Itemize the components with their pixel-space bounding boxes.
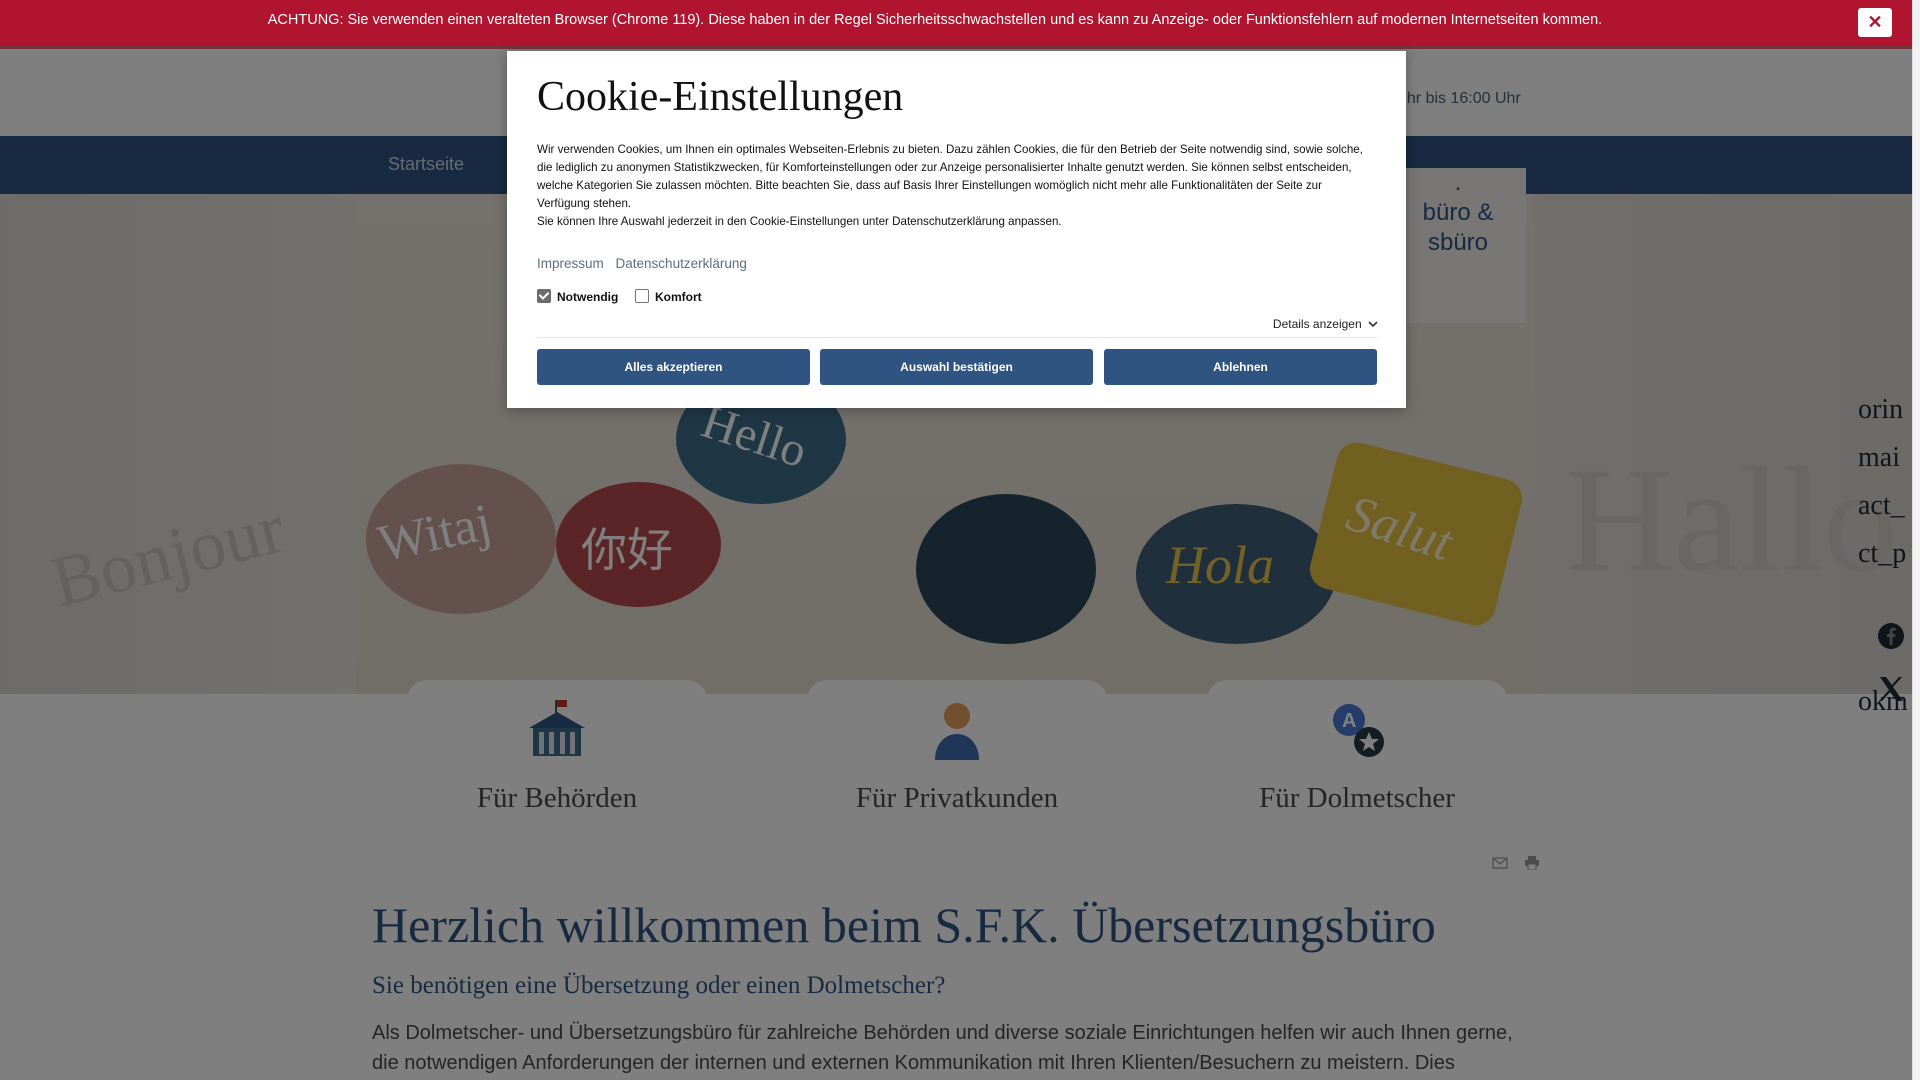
confirm-selection-button[interactable]: Auswahl bestätigen: [820, 349, 1093, 385]
impressum-link[interactable]: Impressum: [537, 256, 604, 271]
decline-button[interactable]: Ablehnen: [1104, 349, 1377, 385]
notwendig-checkbox[interactable]: [537, 289, 551, 303]
browser-warning-message: ACHTUNG: Sie verwenden einen veralteten …: [267, 12, 1603, 28]
cookie-links: Impressum Datenschutzerklärung: [537, 256, 755, 271]
komfort-label: Komfort: [655, 290, 702, 304]
details-toggle[interactable]: Details anzeigen: [1273, 317, 1378, 331]
details-label: Details anzeigen: [1272, 317, 1362, 331]
datenschutz-link[interactable]: Datenschutzerklärung: [616, 256, 747, 271]
warning-close-button[interactable]: ✕: [1858, 8, 1892, 37]
accept-all-button[interactable]: Alles akzeptieren: [537, 349, 810, 385]
komfort-checkbox[interactable]: [635, 289, 650, 303]
cookie-dialog-text: Wir verwenden Cookies, um Ihnen ein opti…: [537, 141, 1377, 231]
cookie-description: Wir verwenden Cookies, um Ihnen ein opti…: [537, 143, 1363, 210]
cookie-categories: Notwendig Komfort: [537, 289, 702, 304]
browser-warning-bar: ACHTUNG: Sie verwenden einen veralteten …: [0, 0, 1912, 49]
notwendig-label: Notwendig: [557, 290, 619, 304]
divider: [537, 337, 1377, 338]
cookie-description-settings: Sie können Ihre Auswahl jederzeit in den…: [537, 215, 1062, 228]
cookie-dialog: Cookie-Einstellungen Wir verwenden Cooki…: [507, 51, 1406, 408]
chevron-down-icon: [1368, 321, 1378, 328]
scrollbar[interactable]: [1912, 0, 1920, 1080]
cookie-dialog-title: Cookie-Einstellungen: [537, 74, 904, 120]
